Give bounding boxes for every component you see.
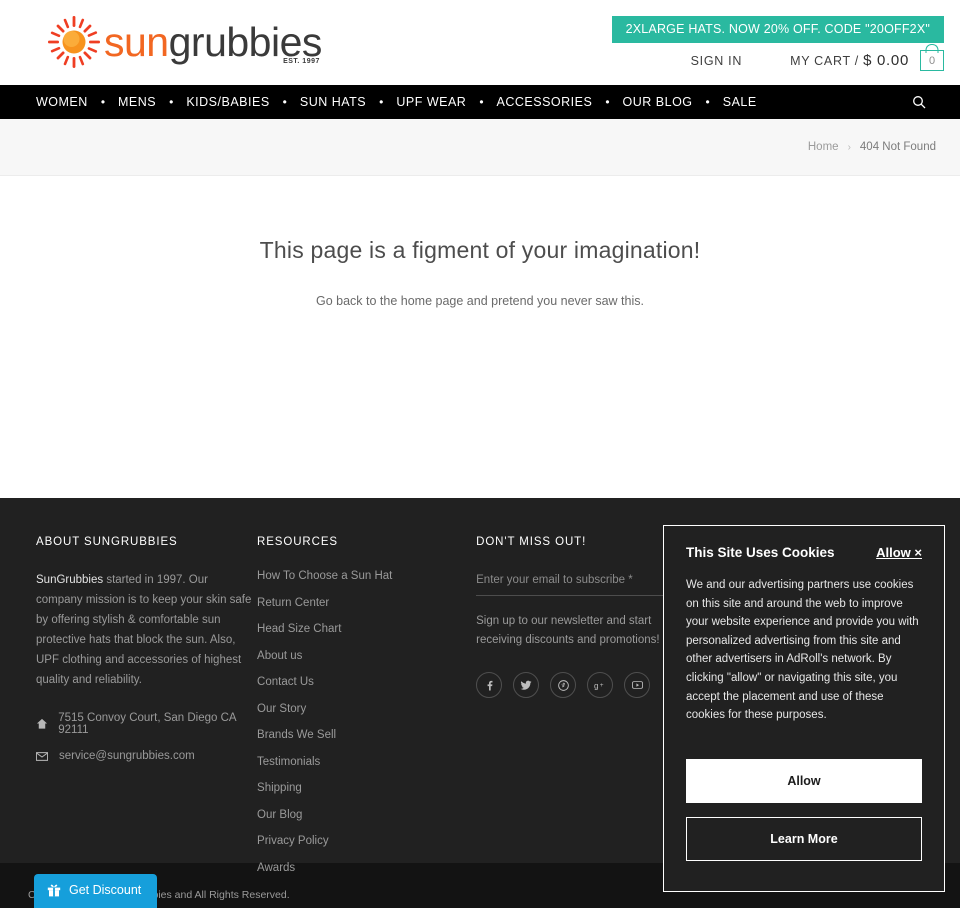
newsletter-email-input[interactable] [476,574,689,586]
nav-item-our-blog[interactable]: OUR BLOG [623,95,693,109]
svg-text:+: + [599,682,603,689]
gift-icon [47,883,61,897]
about-description: SunGrubbies started in 1997. Our company… [36,570,257,690]
cookie-dialog-title: This Site Uses Cookies [686,545,835,560]
cookie-dialog-body: We and our advertising partners use cook… [686,579,919,722]
resource-link-contact-us[interactable]: Contact Us [257,676,476,688]
cookie-learn-more-button[interactable]: Learn More [686,816,922,861]
resource-link-return-center[interactable]: Return Center [257,597,476,609]
nav-separator: • [605,95,610,109]
nav-items: WOMEN • MENS • KIDS/BABIES • SUN HATS • … [36,95,757,109]
about-brand-name: SunGrubbies [36,574,104,586]
page-title: This page is a figment of your imaginati… [259,237,701,263]
googleplus-icon[interactable]: g + [587,672,614,698]
sun-logo-icon [48,16,100,68]
facebook-icon[interactable] [476,672,503,698]
nav-separator: • [705,95,710,109]
sign-in-link[interactable]: SIGN IN [691,54,742,68]
newsletter-note: Sign up to our newsletter and start rece… [476,615,660,646]
about-body-text: started in 1997. Our company mission is … [36,574,252,686]
footer-address-row: 7515 Convoy Court, San Diego CA 92111 [36,712,257,736]
cart-bag-icon[interactable]: 0 [920,50,944,71]
promo-banner[interactable]: 2XLARGE HATS. NOW 20% OFF. CODE "20OFF2X… [611,16,944,43]
page-subtitle: Go back to the home page and pretend you… [316,294,644,308]
breadcrumb: Home › 404 Not Found [0,119,960,176]
nav-item-accessories[interactable]: ACCESSORIES [497,95,593,109]
footer-about-column: ABOUT SUNGRUBBIES SunGrubbies started in… [36,536,257,888]
cart-item-count: 0 [928,54,936,67]
my-cart-link[interactable]: MY CART / $ 0.00 [790,52,909,69]
main-content: This page is a figment of your imaginati… [0,176,960,498]
footer-address-text: 7515 Convoy Court, San Diego CA 92111 [58,712,236,736]
breadcrumb-home-link[interactable]: Home [808,141,839,153]
resource-link-shipping[interactable]: Shipping [257,782,476,794]
nav-item-kids-babies[interactable]: KIDS/BABIES [186,95,269,109]
nav-item-sun-hats[interactable]: SUN HATS [300,95,366,109]
get-discount-button[interactable]: Get Discount [34,874,158,908]
nav-item-sale[interactable]: SALE [723,95,757,109]
home-icon [36,718,48,730]
logo-sun-text: sun [104,18,169,65]
cookie-allow-button[interactable]: Allow [686,758,922,803]
newsletter-field-wrap [476,570,689,596]
nav-item-women[interactable]: WOMEN [36,95,88,109]
envelope-icon [36,751,49,761]
cookie-allow-close-link[interactable]: Allow × [876,545,922,560]
nav-separator: • [479,95,484,109]
youtube-icon[interactable] [624,672,651,698]
nav-separator: • [379,95,384,109]
nav-item-upf-wear[interactable]: UPF WEAR [396,95,466,109]
pinterest-icon[interactable] [550,672,577,698]
cookie-consent-dialog: This Site Uses Cookies Allow × We and ou… [663,525,945,892]
search-icon[interactable] [912,95,926,109]
footer-resources-column: RESOURCES How To Choose a Sun Hat Return… [257,536,476,888]
resources-heading: RESOURCES [257,536,338,548]
nav-item-mens[interactable]: MENS [118,95,156,109]
nav-separator: • [169,95,174,109]
breadcrumb-current: 404 Not Found [859,141,936,153]
site-header: sungrubbies EST. 1997 2XLARGE HATS. NOW … [0,0,960,85]
twitter-icon[interactable] [513,672,540,698]
my-cart-label: MY CART / [790,54,859,68]
header-account-links: SIGN IN MY CART / $ 0.00 0 [691,50,944,71]
resource-link-our-story[interactable]: Our Story [257,703,476,715]
about-heading: ABOUT SUNGRUBBIES [36,536,178,548]
resource-link-our-blog[interactable]: Our Blog [257,809,476,821]
nav-separator: • [282,95,287,109]
logo-established-text: EST. 1997 [283,57,320,65]
site-logo[interactable]: sungrubbies EST. 1997 [48,16,322,68]
get-discount-label: Get Discount [69,883,142,897]
svg-text:g: g [594,681,599,690]
resource-link-privacy-policy[interactable]: Privacy Policy [257,835,476,847]
resource-link-awards[interactable]: Awards [257,862,476,874]
footer-email-link[interactable]: service@sungrubbies.com [59,750,195,762]
cart-amount: $ 0.00 [863,52,909,69]
main-navigation: WOMEN • MENS • KIDS/BABIES • SUN HATS • … [0,85,960,119]
resource-link-brands-we-sell[interactable]: Brands We Sell [257,729,476,741]
cookie-dialog-header: This Site Uses Cookies Allow × [686,545,922,560]
footer-email-row: service@sungrubbies.com [36,750,257,762]
resource-link-head-size-chart[interactable]: Head Size Chart [257,623,476,635]
resource-link-how-to-choose-a-sun-hat[interactable]: How To Choose a Sun Hat [257,570,476,582]
nav-separator: • [100,95,106,109]
breadcrumb-separator-icon: › [847,141,851,153]
resource-link-about-us[interactable]: About us [257,650,476,662]
resource-link-testimonials[interactable]: Testimonials [257,756,476,768]
